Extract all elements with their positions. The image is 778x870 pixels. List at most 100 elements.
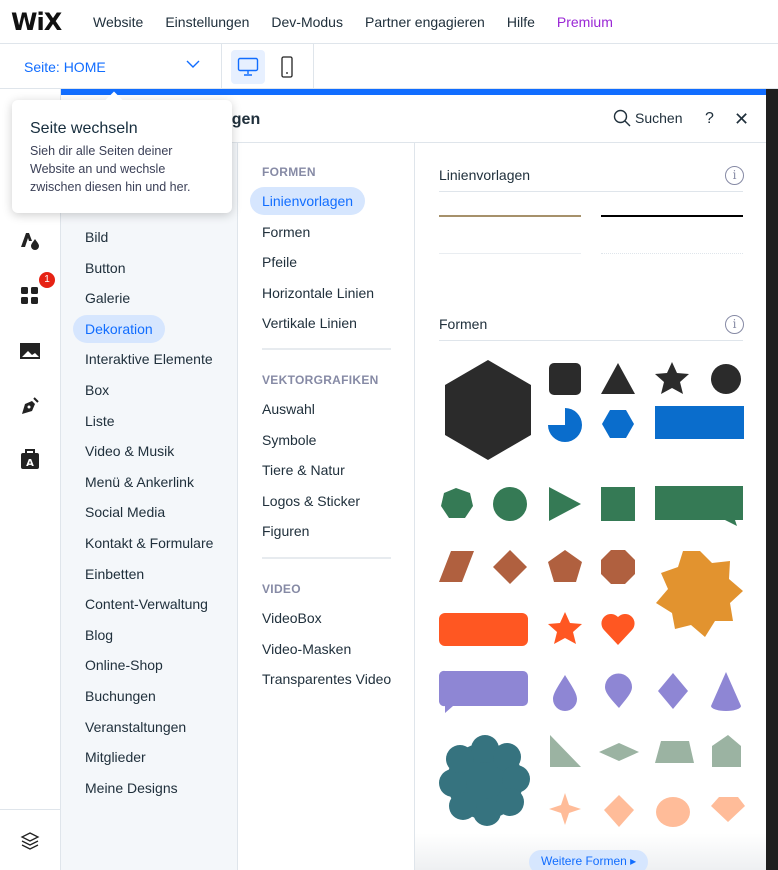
category-item[interactable]: Kontakt & Formulare xyxy=(73,529,225,557)
shape-triangle xyxy=(601,363,635,394)
category-item[interactable]: Box xyxy=(73,376,121,404)
category-item[interactable]: Button xyxy=(73,254,137,282)
category-item[interactable]: Online-Shop xyxy=(73,651,175,679)
shapes-grid[interactable] xyxy=(415,143,766,870)
shape-heart-red xyxy=(601,613,635,645)
sub-bar: Seite: HOME xyxy=(0,44,778,89)
search-button[interactable]: Suchen xyxy=(613,109,682,127)
subcategory-item[interactable]: Formen xyxy=(250,218,322,246)
subcategory-item[interactable]: Transparentes Video xyxy=(250,665,403,693)
category-item[interactable]: Buchungen xyxy=(73,682,168,710)
shape-diamond-brown xyxy=(493,550,527,584)
shape-hexagon-large xyxy=(445,360,531,460)
desktop-view-button[interactable] xyxy=(231,50,265,84)
shape-pie xyxy=(548,408,582,442)
pen-icon[interactable] xyxy=(19,395,41,417)
category-item[interactable]: Blog xyxy=(73,621,125,649)
subcategory-item[interactable]: Pfeile xyxy=(250,248,309,276)
category-list: Bild Button Galerie Dekoration Interaktive E… xyxy=(61,143,238,870)
search-label: Suchen xyxy=(635,110,683,126)
shape-gem-peach xyxy=(711,797,745,822)
shape-speech-green xyxy=(655,486,743,526)
subcategory-item[interactable]: Vertikale Linien xyxy=(250,309,369,337)
subcategory-item[interactable]: Symbole xyxy=(250,426,328,454)
subsection-heading: FORMEN xyxy=(262,165,316,179)
divider xyxy=(0,809,61,810)
top-bar: WiX Website Einstellungen Dev-Modus Part… xyxy=(0,0,778,44)
subsection-heading: VEKTORGRAFIKEN xyxy=(262,373,379,387)
menu-einstellungen[interactable]: Einstellungen xyxy=(165,14,249,30)
subcategory-list: FORMEN Linienvorlagen Formen Pfeile Horizont… xyxy=(238,143,415,870)
subcategory-item[interactable]: Figuren xyxy=(250,517,321,545)
business-icon[interactable]: A xyxy=(19,448,41,470)
subcategory-item[interactable]: Video-Masken xyxy=(250,635,363,663)
menu-premium[interactable]: Premium xyxy=(557,14,613,30)
menu-partner[interactable]: Partner engagieren xyxy=(365,14,485,30)
theme-icon[interactable] xyxy=(19,230,41,252)
category-item[interactable]: Menü & Ankerlink xyxy=(73,468,206,496)
category-item[interactable]: Social Media xyxy=(73,498,177,526)
category-item[interactable]: Mitglieder xyxy=(73,743,158,771)
shape-right-triangle-sage xyxy=(550,735,581,767)
subcategory-item[interactable]: VideoBox xyxy=(250,604,334,632)
close-button[interactable]: ✕ xyxy=(734,109,749,130)
shape-square-green xyxy=(601,487,635,521)
tooltip-body: Sieh dir alle Seiten deiner Website an u… xyxy=(30,144,191,194)
shape-pin-purple xyxy=(605,673,632,708)
shape-cone-purple xyxy=(711,672,741,711)
shape-play-green xyxy=(549,487,581,521)
more-shapes-button[interactable]: Weitere Formen ▸ xyxy=(529,850,649,870)
shape-starburst-orange xyxy=(656,551,743,637)
shape-circle-green xyxy=(493,487,527,521)
notification-badge: 1 xyxy=(39,272,55,288)
shape-badge xyxy=(711,364,741,394)
subcategory-item[interactable]: Logos & Sticker xyxy=(250,487,372,515)
category-item[interactable]: Content-Verwaltung xyxy=(73,590,220,618)
subcategory-item[interactable]: Horizontale Linien xyxy=(250,279,386,307)
category-item[interactable]: Einbetten xyxy=(73,560,156,588)
layers-icon[interactable] xyxy=(19,830,41,852)
shape-star-red xyxy=(548,612,582,644)
divider xyxy=(262,557,391,559)
shape-flower-teal xyxy=(439,735,530,826)
category-item[interactable]: Meine Designs xyxy=(73,774,190,802)
content-area: Linienvorlagen i Formen i Weitere Formen… xyxy=(415,143,766,870)
subcategory-item[interactable]: Tiere & Natur xyxy=(250,456,357,484)
shape-speech-purple xyxy=(438,670,528,713)
tooltip-title: Seite wechseln xyxy=(30,120,138,137)
apps-icon[interactable] xyxy=(19,285,41,307)
shape-hexagon-blue xyxy=(602,410,634,438)
subsection-heading: VIDEO xyxy=(262,582,301,596)
mobile-view-button[interactable] xyxy=(270,50,304,84)
page-selector[interactable]: Seite: HOME xyxy=(0,44,222,89)
shape-star xyxy=(655,362,689,394)
shape-rectangle-blue xyxy=(655,406,744,439)
shape-house-sage xyxy=(712,735,741,767)
media-icon[interactable] xyxy=(19,340,41,362)
shape-rhombus-sage xyxy=(599,743,639,761)
menu-hilfe[interactable]: Hilfe xyxy=(507,14,535,30)
category-item[interactable]: Galerie xyxy=(73,284,142,312)
search-icon xyxy=(613,109,631,127)
category-item[interactable]: Video & Musik xyxy=(73,437,186,465)
shape-heptagon-green xyxy=(441,488,473,518)
shape-pentagon-brown xyxy=(548,550,582,582)
menu-dev-modus[interactable]: Dev-Modus xyxy=(271,14,343,30)
wix-logo[interactable]: WiX xyxy=(11,8,81,36)
subcategory-item[interactable]: Linienvorlagen xyxy=(250,187,366,215)
category-item[interactable]: Veranstaltungen xyxy=(73,713,198,741)
site-canvas[interactable] xyxy=(766,89,778,870)
shape-octagon-brown xyxy=(601,550,635,584)
category-item[interactable]: Liste xyxy=(73,407,127,435)
category-item[interactable]: Interaktive Elemente xyxy=(73,345,225,373)
help-button[interactable]: ? xyxy=(705,110,714,128)
menu-website[interactable]: Website xyxy=(93,14,143,30)
category-item[interactable]: Dekoration xyxy=(73,314,165,343)
mobile-icon xyxy=(281,56,293,78)
page-selector-label: Seite: HOME xyxy=(24,59,106,75)
category-item[interactable]: Bild xyxy=(73,223,120,251)
chevron-down-icon xyxy=(186,60,200,68)
shape-rounded-square xyxy=(549,363,581,395)
subcategory-item[interactable]: Auswahl xyxy=(250,395,327,423)
shape-diamond-peach xyxy=(604,795,634,827)
